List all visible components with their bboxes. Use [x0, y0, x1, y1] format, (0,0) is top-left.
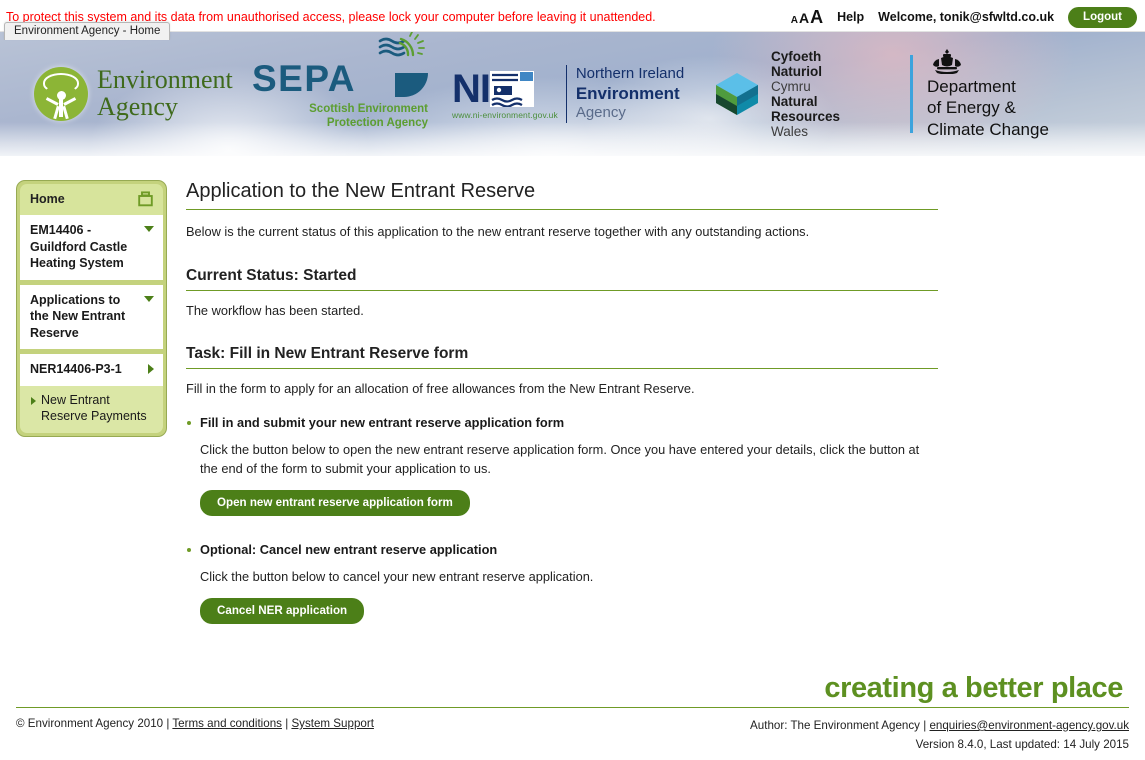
text-size-medium-button[interactable]: A: [799, 10, 809, 26]
nrw-line5: Resources: [771, 109, 841, 125]
decc-name-block: Department of Energy & Climate Change: [927, 76, 1049, 140]
enquiries-email-link[interactable]: enquiries@environment-agency.gov.uk: [929, 719, 1129, 732]
decc-logo: Department of Energy & Climate Change: [910, 48, 1049, 139]
logout-button[interactable]: Logout: [1068, 6, 1137, 28]
system-support-link[interactable]: System Support: [291, 717, 373, 730]
sepa-logo: SEPA Scottish Environment Protection Age…: [252, 32, 430, 130]
environment-agency-logo: Environment Agency: [34, 67, 252, 121]
footer-separator-2: |: [285, 717, 289, 730]
action-item-cancel: Optional: Cancel new entrant reserve app…: [186, 542, 938, 625]
sidebar-item-installation-label: EM14406 - Guildford Castle Heating Syste…: [30, 223, 128, 270]
nrw-line6: Wales: [771, 124, 809, 140]
sepa-subtitle-line2: Protection Agency: [326, 116, 428, 129]
sepa-subtitle-line1: Scottish Environment: [309, 102, 428, 115]
decc-line1: Department: [927, 76, 1016, 96]
action-cancel-title: Optional: Cancel new entrant reserve app…: [200, 542, 498, 558]
sidebar-item-ner-reference[interactable]: NER14406-P3-1: [20, 354, 163, 386]
welcome-message: Welcome, tonik@sfwltd.co.uk: [878, 10, 1055, 24]
sidebar-navigation: Home EM14406 - Guildford Castle Heating …: [16, 180, 167, 437]
author-text: Author: The Environment Agency: [750, 719, 920, 732]
environment-agency-tree-person-icon: [34, 67, 88, 121]
task-heading: Task: Fill in New Entrant Reserve form: [186, 345, 938, 370]
chevron-right-icon: [31, 396, 36, 405]
footer-right: Author: The Environment Agency | enquiri…: [750, 717, 1129, 754]
niea-line3: Agency: [575, 104, 626, 122]
cancel-ner-application-button[interactable]: Cancel NER application: [200, 598, 365, 625]
niea-url: www.ni-environment.gov.uk: [452, 110, 558, 121]
sidebar-item-applications-ner[interactable]: Applications to the New Entrant Reserve: [20, 284, 163, 349]
nrw-line1: Cyfoeth: [771, 48, 822, 64]
current-status-heading: Current Status: Started: [186, 267, 938, 291]
main-content: Application to the New Entrant Reserve B…: [186, 156, 938, 628]
nrw-name-block: Cyfoeth Naturiol Cymru Natural Resources…: [771, 49, 840, 140]
niea-flag-water-icon: [490, 71, 534, 108]
nrw-line2: Naturiol: [771, 63, 823, 79]
sidebar-item-applications-ner-label: Applications to the New Entrant Reserve: [30, 292, 126, 340]
top-utility-bar: To protect this system and its data from…: [0, 0, 1145, 40]
creating-a-better-place-tagline: creating a better place: [824, 672, 1123, 704]
chevron-down-icon: [144, 226, 154, 232]
nrw-cube-icon: [716, 73, 758, 115]
ea-word-line2: Agency: [97, 92, 178, 121]
text-size-small-button[interactable]: A: [791, 15, 798, 26]
niea-line1: Northern Ireland: [575, 65, 685, 83]
help-link[interactable]: Help: [837, 10, 864, 24]
home-icon: [138, 191, 153, 207]
sepa-quarter-circle-icon: [395, 72, 428, 97]
action-open-form-title: Fill in and submit your new entrant rese…: [200, 414, 565, 430]
tagline-area: creating a better place: [0, 665, 1145, 707]
text-size-controls: A A A: [791, 7, 823, 28]
current-status-body: The workflow has been started.: [186, 302, 364, 318]
top-bar-actions: A A A Help Welcome, tonik@sfwltd.co.uk L…: [791, 6, 1137, 28]
sepa-subtitle: Scottish Environment Protection Agency: [252, 103, 430, 130]
footer-author-line: Author: The Environment Agency | enquiri…: [750, 717, 1129, 736]
sepa-waves-sun-icon: [378, 32, 425, 57]
open-ner-application-form-button[interactable]: Open new entrant reserve application for…: [200, 490, 470, 517]
decc-line3: Climate Change: [927, 119, 1049, 139]
version-text: Version 8.4.0, Last updated: 14 July 201…: [915, 737, 1129, 751]
copyright-text: © Environment Agency 2010: [16, 717, 164, 730]
page-footer: © Environment Agency 2010 | Terms and co…: [16, 707, 1129, 754]
browser-tab[interactable]: Environment Agency - Home: [4, 22, 171, 40]
niea-logo: NI A www.ni-environment.gov.uk Northern …: [452, 65, 697, 123]
terms-and-conditions-link[interactable]: Terms and conditions: [172, 717, 282, 730]
sidebar-home-label: Home: [30, 192, 65, 206]
task-body: Fill in the form to apply for an allocat…: [186, 381, 695, 397]
agency-logo-banner: Environment Agency SEPA Scottish Environ…: [0, 32, 1145, 156]
action-cancel-body: Click the button below to cancel your ne…: [200, 569, 594, 585]
royal-crest-icon: [933, 48, 961, 74]
footer-separator-1: |: [166, 717, 170, 730]
sidebar-item-ner-reference-label: NER14406-P3-1: [30, 362, 122, 376]
action-open-form-body: Click the button below to open the new e…: [200, 441, 920, 476]
natural-resources-wales-logo: Cyfoeth Naturiol Cymru Natural Resources…: [713, 49, 888, 140]
chevron-down-icon: [144, 295, 154, 302]
niea-name-block: Northern Ireland Environment Agency: [565, 65, 685, 123]
sepa-wordmark: SEPA: [252, 57, 357, 99]
environment-agency-wordmark: Environment Agency: [97, 67, 233, 120]
sidebar-item-installation[interactable]: EM14406 - Guildford Castle Heating Syste…: [20, 215, 163, 280]
task-action-list: Fill in and submit your new entrant rese…: [186, 415, 938, 625]
decc-line2: of Energy &: [927, 98, 1016, 118]
logo-row: Environment Agency SEPA Scottish Environ…: [0, 32, 1145, 156]
text-size-large-button[interactable]: A: [810, 7, 823, 28]
nrw-line3: Cymru: [771, 78, 811, 94]
footer-left: © Environment Agency 2010 | Terms and co…: [16, 717, 374, 754]
chevron-right-icon: [148, 364, 154, 374]
sidebar-item-ner-payments-label: New Entrant Reserve Payments: [41, 392, 147, 423]
sidebar-item-ner-payments[interactable]: New Entrant Reserve Payments: [20, 385, 163, 433]
page-body: Home EM14406 - Guildford Castle Heating …: [0, 156, 1145, 665]
niea-line2: Environment: [575, 83, 680, 103]
sidebar-item-home[interactable]: Home: [20, 184, 163, 215]
action-spacer: [186, 520, 938, 542]
ea-word-line1: Environment: [97, 65, 233, 95]
page-intro-text: Below is the current status of this appl…: [186, 224, 810, 239]
page-title: Application to the New Entrant Reserve: [186, 180, 938, 210]
action-item-open-form: Fill in and submit your new entrant rese…: [186, 414, 938, 517]
author-separator: |: [923, 719, 927, 732]
nrw-line4: Natural: [771, 94, 818, 109]
